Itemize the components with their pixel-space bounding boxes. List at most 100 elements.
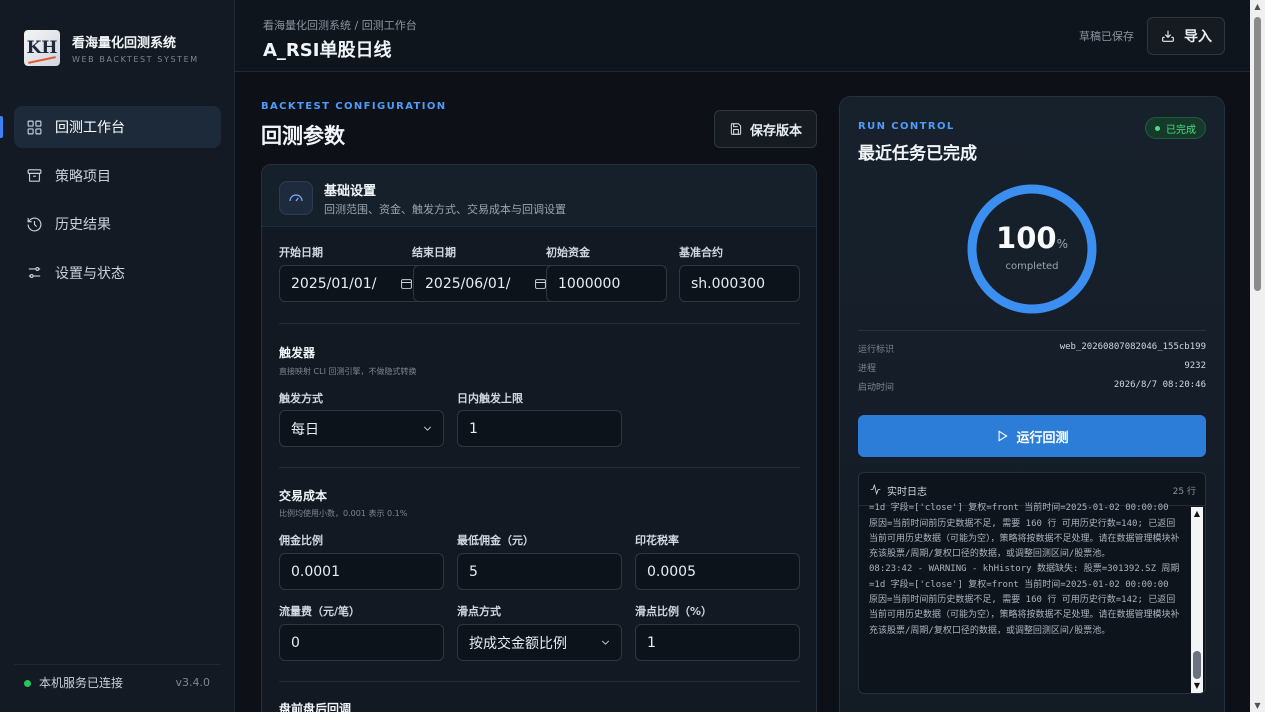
sidebar-item-projects[interactable]: 策略项目 [14, 155, 221, 197]
page-scroll-thumb[interactable] [1254, 17, 1261, 291]
log-line: 08:23:42 - WARNING - khHistory 数据缺失: 股票=… [869, 564, 1180, 636]
trigger-limit-label: 日内触发上限 [457, 392, 523, 405]
brand-title: 看海量化回测系统 [72, 36, 177, 51]
run-eyebrow: RUN CONTROL [858, 121, 955, 132]
card-header: 基础设置 回测范围、资金、触发方式、交易成本与回调设置 [262, 165, 816, 227]
brand-subtitle: WEB BACKTEST SYSTEM [72, 55, 199, 64]
trigger-mode-value: 每日 [291, 421, 319, 438]
run-backtest-button[interactable]: 运行回测 [858, 415, 1206, 457]
log-line-count: 25 行 [1172, 487, 1196, 497]
top-header: 看海量化回测系统 / 回测工作台 A_RSI单股日线 草稿已保存 导入 [235, 0, 1250, 72]
capital-value: 1000000 [558, 275, 621, 292]
trigger-title: 触发器 [279, 346, 316, 360]
sidebar-item-label: 设置与状态 [55, 265, 125, 282]
status-badge-label: 已完成 [1166, 124, 1196, 136]
log-title: 实时日志 [887, 487, 927, 498]
meta-key: 进程 [858, 364, 877, 374]
benchmark-input[interactable]: sh.000300 [679, 265, 800, 302]
log-scrollbar[interactable]: ▲ ▼ [1191, 507, 1203, 693]
commission-input[interactable]: 0.0001 [279, 553, 444, 590]
cost-hint: 比例均使用小数，0.001 表示 0.1% [279, 509, 408, 518]
chevron-down-icon [599, 636, 612, 649]
end-date-input[interactable]: 2025/06/01/ [413, 265, 557, 302]
transfer-fee-input[interactable]: 0 [279, 624, 444, 661]
start-date-input[interactable]: 2025/01/01/ [279, 265, 423, 302]
divider [279, 323, 800, 324]
breadcrumb[interactable]: 看海量化回测系统 / 回测工作台 [263, 17, 417, 33]
end-date-label: 结束日期 [412, 246, 456, 259]
run-title: 最近任务已完成 [858, 144, 977, 164]
capital-input[interactable]: 1000000 [546, 265, 667, 302]
run-control-panel: RUN CONTROL 最近任务已完成 已完成 100% completed 运… [839, 96, 1225, 712]
active-nav-indicator [0, 116, 3, 138]
realtime-log[interactable]: 实时日志 25 行 08:23:34 - WARNING - khHistory… [858, 472, 1206, 694]
sidebar-item-label: 回测工作台 [55, 120, 125, 136]
transfer-fee-value: 0 [291, 634, 300, 651]
meta-value: 2026/8/7 08:20:46 [1113, 380, 1206, 390]
import-icon [1162, 30, 1174, 42]
service-status-text: 本机服务已连接 [39, 676, 124, 690]
trigger-mode-label: 触发方式 [279, 392, 323, 405]
brand-logo: KH [24, 30, 60, 66]
trigger-limit-input[interactable]: 1 [457, 410, 622, 447]
slippage-ratio-input[interactable]: 1 [635, 624, 800, 661]
progress-value: 100% [965, 221, 1099, 255]
basic-settings-card: 基础设置 回测范围、资金、触发方式、交易成本与回调设置 开始日期 结束日期 初始… [261, 164, 817, 712]
log-body: 08:23:34 - WARNING - khHistory 数据缺失: 股票=… [869, 500, 1181, 682]
trigger-mode-select[interactable]: 每日 [279, 410, 444, 447]
activity-icon [870, 483, 881, 496]
meta-row-run-id: 运行标识 web_20260807082046_155cb199 [858, 342, 1206, 356]
divider [279, 467, 800, 468]
min-commission-input[interactable]: 5 [457, 553, 622, 590]
basic-settings-title: 基础设置 [324, 184, 377, 199]
log-scroll-thumb[interactable] [1193, 651, 1201, 679]
version-label: v3.4.0 [175, 676, 211, 689]
grid-icon [27, 120, 42, 134]
progress-number: 100 [996, 221, 1057, 255]
slippage-ratio-value: 1 [647, 634, 656, 651]
sidebar: KH 看海量化回测系统 WEB BACKTEST SYSTEM 回测工作台 策略… [0, 0, 235, 712]
stamp-tax-input[interactable]: 0.0005 [635, 553, 800, 590]
gauge-icon [289, 194, 303, 202]
sliders-icon [28, 266, 41, 279]
meta-row-process: 进程 9232 [858, 361, 1206, 375]
slippage-mode-label: 滑点方式 [457, 605, 501, 618]
meta-key: 启动时间 [858, 383, 895, 393]
scroll-down-icon[interactable]: ▼ [1250, 701, 1265, 710]
save-icon [730, 123, 742, 135]
sidebar-item-workbench[interactable]: 回测工作台 [14, 106, 221, 148]
commission-label: 佣金比例 [279, 534, 323, 547]
scroll-up-icon[interactable]: ▲ [1250, 2, 1265, 11]
history-icon [27, 217, 42, 231]
stamp-tax-value: 0.0005 [647, 563, 696, 580]
service-status: 本机服务已连接 v3.4.0 [14, 664, 220, 700]
log-line: 08:23:34 - WARNING - khHistory 数据缺失: 股票=… [869, 503, 1180, 560]
calendar-icon[interactable] [400, 277, 413, 290]
cost-title: 交易成本 [279, 489, 328, 503]
status-dot [24, 680, 31, 687]
min-commission-label: 最低佣金（元） [457, 534, 534, 547]
scroll-down-icon[interactable]: ▼ [1191, 681, 1203, 691]
slippage-ratio-label: 滑点比例（%） [635, 605, 713, 618]
start-date-label: 开始日期 [279, 246, 323, 259]
progress-unit: % [1056, 237, 1068, 251]
slippage-mode-select[interactable]: 按成交金额比例 [457, 624, 622, 661]
sidebar-item-history[interactable]: 历史结果 [14, 203, 221, 245]
sidebar-item-settings[interactable]: 设置与状态 [14, 252, 221, 294]
page-title: A_RSI单股日线 [263, 40, 392, 61]
brand[interactable]: KH 看海量化回测系统 WEB BACKTEST SYSTEM [24, 30, 199, 66]
min-commission-value: 5 [469, 563, 478, 580]
callback-section-title: 盘前盘后回调 [279, 702, 352, 712]
trigger-limit-value: 1 [469, 420, 478, 437]
basic-settings-subtitle: 回测范围、资金、触发方式、交易成本与回调设置 [324, 203, 566, 216]
stamp-tax-label: 印花税率 [635, 534, 679, 547]
sidebar-item-label: 策略项目 [55, 168, 111, 185]
play-icon [999, 430, 1009, 442]
trigger-hint: 直接映射 CLI 回测引擎，不做隐式转换 [279, 367, 417, 376]
meta-key: 运行标识 [858, 345, 895, 355]
status-dot [1155, 125, 1160, 131]
import-button[interactable]: 导入 [1147, 17, 1225, 55]
scroll-up-icon[interactable]: ▲ [1191, 509, 1203, 519]
save-version-button[interactable]: 保存版本 [714, 110, 817, 148]
page-scrollbar[interactable]: ▲ ▼ [1250, 0, 1265, 712]
